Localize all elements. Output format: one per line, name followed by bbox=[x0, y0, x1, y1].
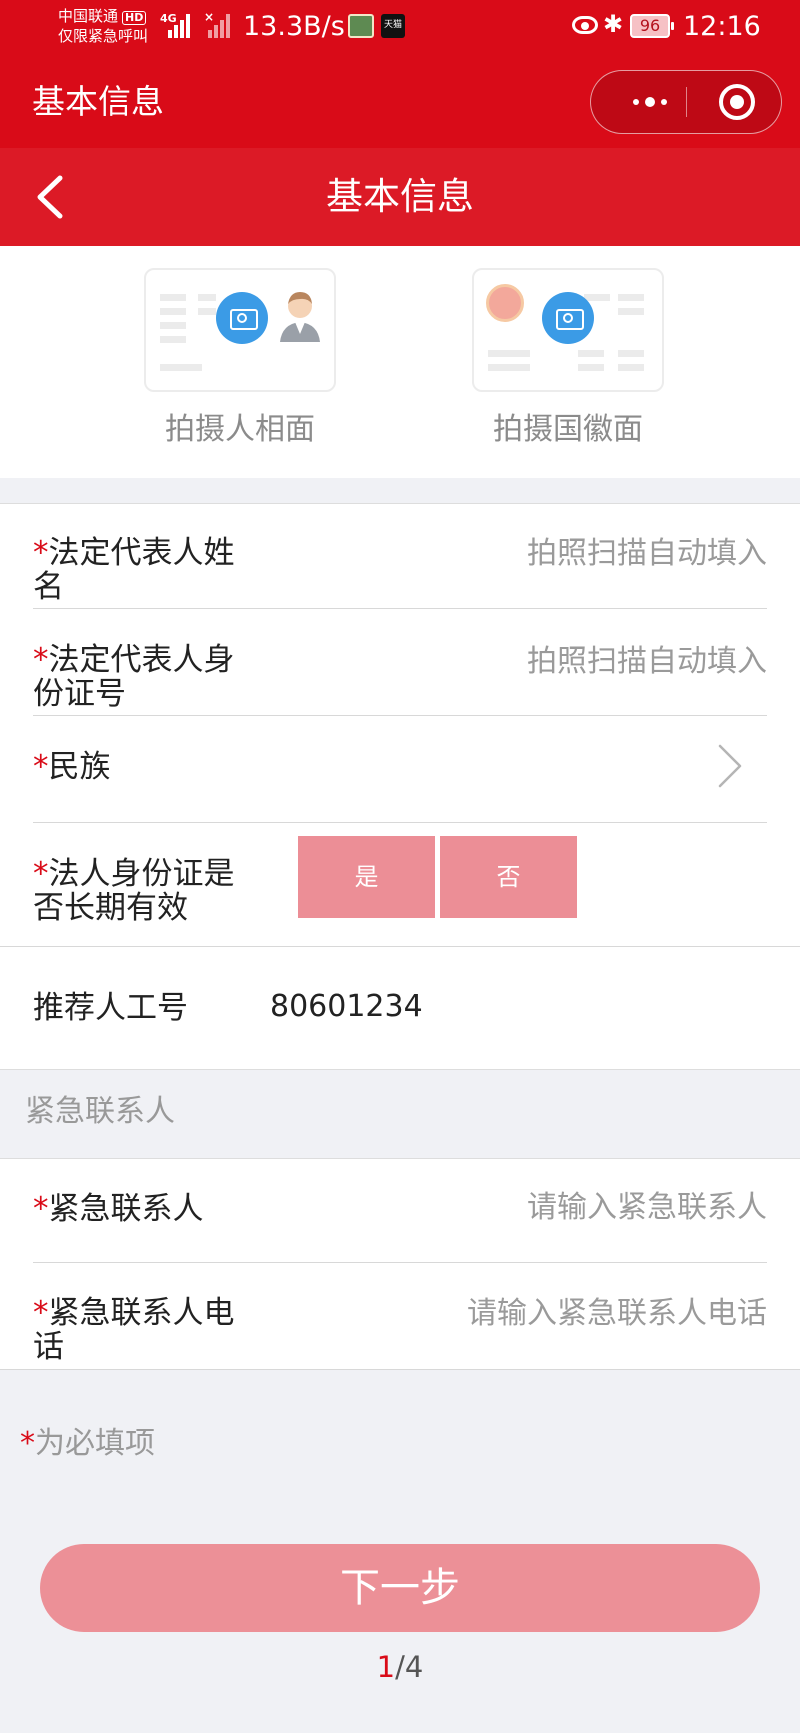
status-bar: 中国联通 HD 仅限紧急呼叫 4G × 13.3B/s 天猫 ✱ 96 12:16 bbox=[0, 0, 800, 56]
emergency-contact-form: *紧急联系人 请输入紧急联系人 *紧急联系人电话 请输入紧急联系人电话 bbox=[0, 1159, 800, 1370]
legal-name-row[interactable]: *法定代表人姓名 拍照扫描自动填入 bbox=[0, 504, 800, 609]
network-speed: 13.3B/s bbox=[243, 11, 345, 42]
bluetooth-icon: ✱ bbox=[603, 10, 624, 38]
page-header: 基本信息 bbox=[0, 148, 800, 246]
basic-info-form: *法定代表人姓名 拍照扫描自动填入 *法定代表人身份证号 拍照扫描自动填入 *民… bbox=[0, 503, 800, 1069]
capsule-divider bbox=[686, 87, 687, 117]
capsule-menu bbox=[590, 70, 782, 134]
card-line bbox=[198, 294, 216, 301]
card-line bbox=[160, 364, 202, 371]
emergency-contact-input[interactable]: 请输入紧急联系人 bbox=[527, 1188, 767, 1228]
card-line bbox=[160, 308, 186, 315]
required-star: * bbox=[33, 1191, 49, 1227]
total-steps: /4 bbox=[395, 1650, 424, 1684]
next-step-button[interactable]: 下一步 bbox=[40, 1544, 760, 1632]
legal-id-input[interactable]: 拍照扫描自动填入 bbox=[527, 642, 767, 682]
ethnicity-row[interactable]: *民族 bbox=[0, 716, 800, 823]
step-indicator: 1/4 bbox=[0, 1648, 800, 1686]
card-line bbox=[488, 364, 530, 371]
eye-comfort-icon bbox=[572, 16, 598, 34]
card-line bbox=[160, 336, 186, 343]
required-star: * bbox=[33, 856, 49, 892]
legal-id-label: *法定代表人身份证号 bbox=[33, 642, 235, 712]
required-star: * bbox=[33, 535, 49, 571]
signal-2-icon bbox=[208, 10, 230, 38]
card-line bbox=[584, 294, 610, 301]
tmall-icon: 天猫 bbox=[381, 14, 405, 38]
battery-icon: 96 bbox=[630, 14, 674, 38]
emergency-section-header: 紧急联系人 bbox=[0, 1069, 800, 1159]
miniprogram-title: 基本信息 bbox=[32, 82, 164, 121]
hd-badge: HD bbox=[122, 11, 147, 25]
long-term-yes-button[interactable]: 是 bbox=[298, 836, 435, 918]
required-star: * bbox=[33, 1295, 49, 1331]
card-line bbox=[198, 308, 216, 315]
id-long-term-row: *法人身份证是否长期有效 是 否 bbox=[0, 823, 800, 947]
emergency-phone-row[interactable]: *紧急联系人电话 请输入紧急联系人电话 bbox=[0, 1263, 800, 1370]
portrait-side-card[interactable] bbox=[144, 268, 336, 392]
emergency-section-title: 紧急联系人 bbox=[25, 1094, 175, 1129]
referrer-row[interactable]: 推荐人工号 80601234 bbox=[0, 947, 800, 1069]
legal-name-input[interactable]: 拍照扫描自动填入 bbox=[527, 534, 767, 574]
emblem-side-label: 拍摄国徽面 bbox=[493, 412, 643, 447]
emblem-side-card[interactable] bbox=[472, 268, 664, 392]
card-line bbox=[488, 350, 530, 357]
emergency-phone-input[interactable]: 请输入紧急联系人电话 bbox=[467, 1294, 767, 1334]
portrait-side-label: 拍摄人相面 bbox=[165, 412, 315, 447]
card-line bbox=[618, 364, 644, 371]
required-star: * bbox=[20, 1426, 35, 1461]
carrier-name: 中国联通 bbox=[58, 7, 119, 25]
more-menu-icon[interactable] bbox=[615, 71, 685, 133]
emergency-only-text: 仅限紧急呼叫 bbox=[58, 27, 149, 45]
card-line bbox=[618, 350, 644, 357]
page-title: 基本信息 bbox=[326, 175, 474, 218]
signal-icon bbox=[168, 10, 190, 38]
required-note: *为必填项 bbox=[20, 1426, 155, 1461]
id-photo-section: 拍摄人相面 拍摄国徽面 bbox=[0, 246, 800, 478]
card-line bbox=[578, 350, 604, 357]
close-miniprogram-icon[interactable] bbox=[719, 84, 755, 120]
emergency-contact-row[interactable]: *紧急联系人 请输入紧急联系人 bbox=[0, 1159, 800, 1263]
legal-id-row[interactable]: *法定代表人身份证号 拍照扫描自动填入 bbox=[0, 609, 800, 716]
legal-name-label: *法定代表人姓名 bbox=[33, 535, 235, 605]
required-star: * bbox=[33, 749, 49, 785]
camera-icon[interactable] bbox=[216, 292, 268, 344]
app-notification-icon bbox=[348, 14, 374, 38]
ethnicity-label: *民族 bbox=[33, 749, 111, 785]
card-line bbox=[160, 322, 186, 329]
referrer-id-input[interactable]: 80601234 bbox=[270, 987, 423, 1027]
chevron-right-icon[interactable] bbox=[710, 744, 750, 788]
miniprogram-titlebar: 基本信息 bbox=[0, 56, 800, 148]
divider bbox=[0, 1369, 800, 1370]
card-line bbox=[618, 294, 644, 301]
card-line bbox=[578, 364, 604, 371]
referrer-label: 推荐人工号 bbox=[33, 990, 188, 1026]
emergency-phone-label: *紧急联系人电话 bbox=[33, 1295, 235, 1365]
id-long-term-label: *法人身份证是否长期有效 bbox=[33, 856, 235, 926]
carrier-info: 中国联通 HD 仅限紧急呼叫 bbox=[58, 6, 148, 46]
camera-icon[interactable] bbox=[542, 292, 594, 344]
long-term-no-button[interactable]: 否 bbox=[440, 836, 577, 918]
emergency-contact-label: *紧急联系人 bbox=[33, 1191, 204, 1227]
clock: 12:16 bbox=[683, 11, 761, 42]
battery-level: 96 bbox=[639, 16, 661, 35]
required-star: * bbox=[33, 642, 49, 678]
national-emblem-icon bbox=[486, 284, 524, 322]
card-line bbox=[618, 308, 644, 315]
card-line bbox=[160, 294, 186, 301]
current-step: 1 bbox=[376, 1650, 396, 1684]
person-avatar-icon bbox=[280, 292, 320, 342]
